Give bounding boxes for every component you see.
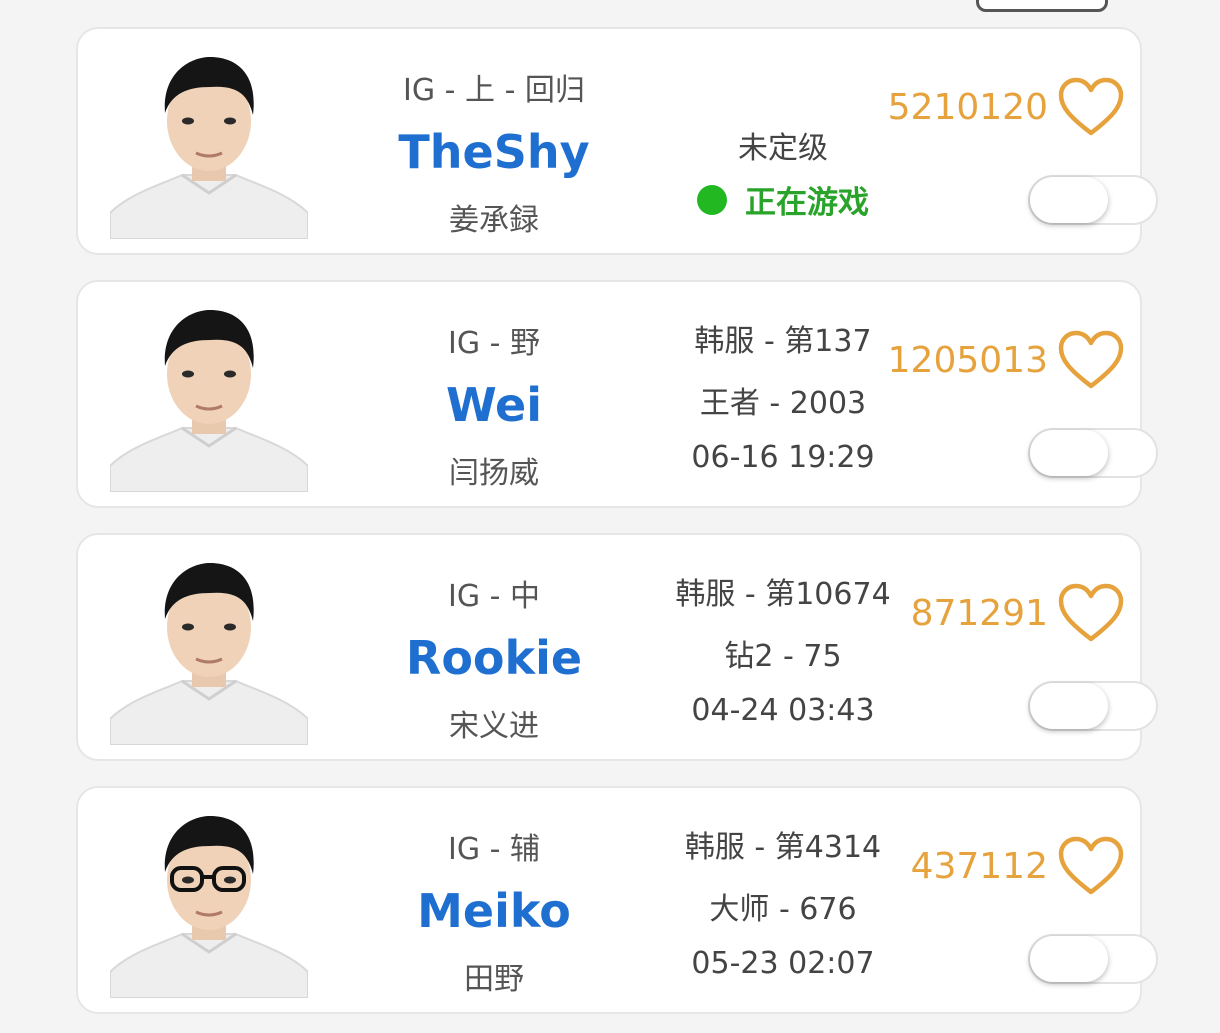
player-real-name: 姜承録 [449,203,539,238]
rank-tier: 大师 - 676 [709,892,857,927]
player-card-wei[interactable]: IG - 野 Wei 闫扬威 韩服 - 第137 王者 - 2003 06-16… [76,280,1158,508]
toggle-knob [1030,177,1108,223]
team-position: IG - 中 [448,579,540,614]
follow-toggle[interactable] [1028,428,1158,478]
heart-icon[interactable] [1058,583,1124,643]
follow-toggle[interactable] [1028,681,1158,731]
like-count: 1205013 [887,339,1048,381]
rank-server: 韩服 - 第10674 [675,577,891,612]
toggle-knob [1030,430,1108,476]
rank-tier: 钻2 - 75 [724,639,842,674]
like-count: 5210120 [887,86,1048,128]
top-tab-edge[interactable] [976,0,1108,12]
player-photo [110,296,308,492]
player-card-rookie[interactable]: IG - 中 Rookie 宋义进 韩服 - 第10674 钻2 - 75 04… [76,533,1158,761]
player-photo [110,549,308,745]
like-count: 437112 [910,845,1048,887]
heart-icon[interactable] [1058,330,1124,390]
player-card-theshy[interactable]: IG - 上 - 回归 TheShy 姜承録 未定级 正在游戏 5210120 [76,27,1158,255]
heart-outline-icon [1058,836,1124,895]
follow-toggle[interactable] [1028,934,1158,984]
toggle-knob [1030,683,1108,729]
last-played-time: 06-16 19:29 [691,440,875,475]
heart-outline-icon [1058,77,1124,136]
player-real-name: 宋义进 [449,709,539,744]
status-text: 正在游戏 [745,185,869,221]
player-real-name: 田野 [464,962,524,997]
heart-icon[interactable] [1058,77,1124,137]
player-ign[interactable]: Meiko [378,884,610,938]
toggle-knob [1030,936,1108,982]
rank-server: 韩服 - 第4314 [684,830,882,865]
status-dot-icon [697,184,727,215]
rank-status: 未定级 [738,131,828,166]
player-real-name: 闫扬威 [449,456,539,491]
heart-outline-icon [1058,330,1124,389]
like-count: 871291 [910,592,1048,634]
last-played-time: 05-23 02:07 [691,946,875,981]
last-played-time: 04-24 03:43 [691,693,875,728]
rank-server: 韩服 - 第137 [694,324,872,359]
rank-tier: 王者 - 2003 [699,386,867,421]
game-status: 正在游戏 [668,177,898,222]
heart-outline-icon [1058,583,1124,642]
follow-toggle[interactable] [1028,175,1158,225]
player-card-meiko[interactable]: IG - 辅 Meiko 田野 韩服 - 第4314 大师 - 676 05-2… [76,786,1158,1014]
player-ign[interactable]: TheShy [378,125,610,179]
player-ign[interactable]: Wei [378,378,610,432]
team-position: IG - 辅 [448,832,540,867]
heart-icon[interactable] [1058,836,1124,896]
team-position: IG - 上 - 回归 [403,73,585,108]
player-photo [110,802,308,998]
team-position: IG - 野 [448,326,540,361]
player-ign[interactable]: Rookie [378,631,610,685]
player-photo [110,43,308,239]
